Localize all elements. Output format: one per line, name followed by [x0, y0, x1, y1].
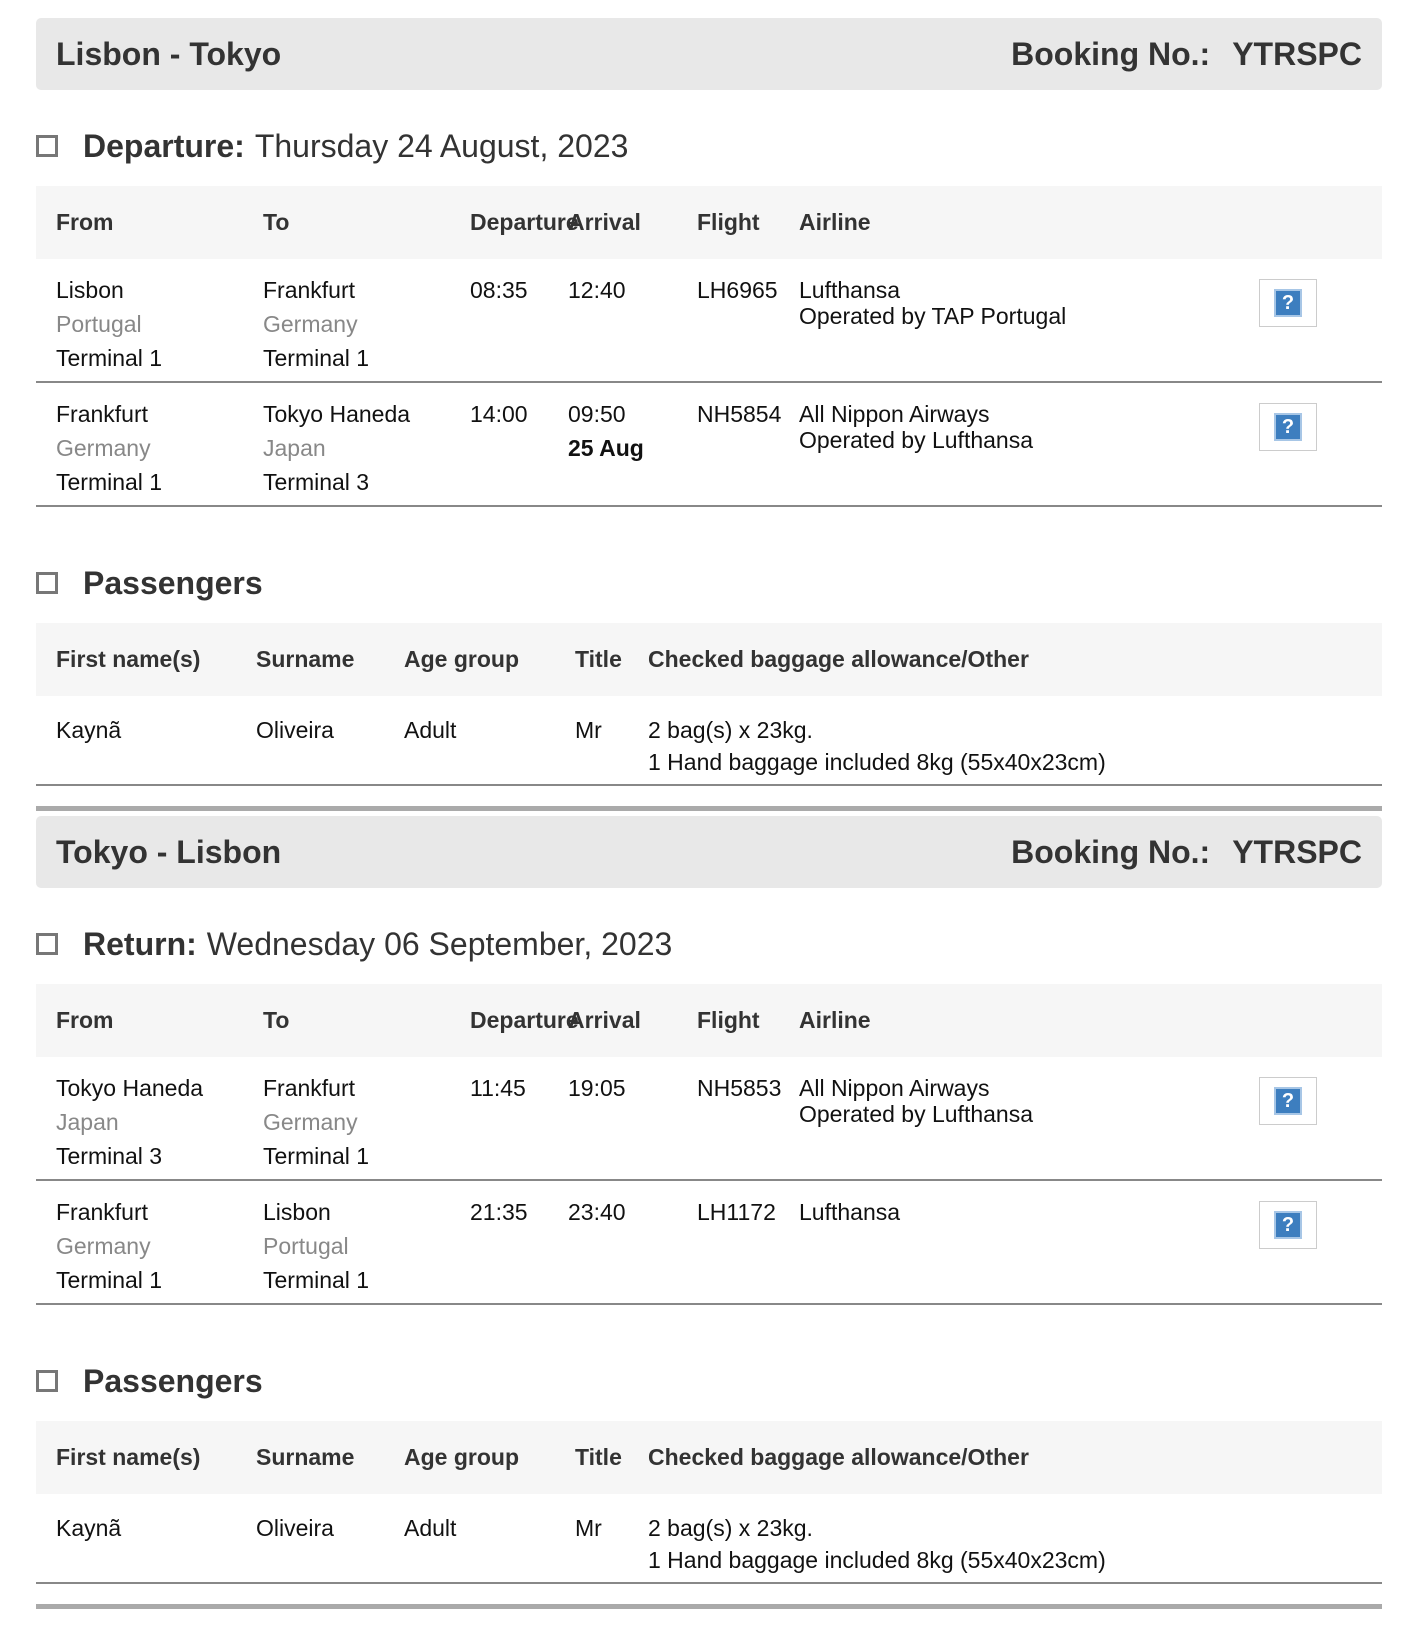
passengers-table-outbound: First name(s) Surname Age group Title Ch… — [36, 623, 1382, 786]
help-icon: ? — [1274, 289, 1302, 317]
trip-header-outbound: Lisbon - Tokyo Booking No.: YTRSPC — [36, 18, 1382, 90]
col-age-group: Age group — [404, 1444, 519, 1470]
col-arrival: Arrival — [568, 209, 641, 235]
section-checkbox[interactable] — [36, 572, 58, 594]
col-title: Title — [575, 1444, 622, 1470]
col-first-name: First name(s) — [56, 646, 201, 672]
divider — [36, 1604, 1382, 1609]
passengers-table-return: First name(s) Surname Age group Title Ch… — [36, 1421, 1382, 1584]
help-icon: ? — [1274, 1211, 1302, 1239]
route-title: Lisbon - Tokyo — [56, 35, 282, 72]
col-title: Title — [575, 646, 622, 672]
col-surname: Surname — [256, 1444, 355, 1470]
col-surname: Surname — [256, 646, 355, 672]
col-from: From — [56, 209, 114, 235]
col-airline: Airline — [799, 1007, 871, 1033]
section-checkbox[interactable] — [36, 135, 58, 157]
passenger-row: Kaynã Oliveira Adult Mr 2 bag(s) x 23kg.… — [36, 696, 1382, 785]
flight-info-button[interactable]: ? — [1259, 403, 1317, 451]
help-icon: ? — [1274, 413, 1302, 441]
col-flight: Flight — [697, 1007, 760, 1033]
col-first-name: First name(s) — [56, 1444, 201, 1470]
col-baggage: Checked baggage allowance/Other — [648, 1444, 1029, 1470]
flight-info-button[interactable]: ? — [1259, 1201, 1317, 1249]
route-title: Tokyo - Lisbon — [56, 833, 282, 870]
section-checkbox[interactable] — [36, 933, 58, 955]
section-passengers: Passengers — [36, 553, 1382, 613]
flights-table-return: From To Departure Arrival Flight Airline… — [36, 984, 1382, 1305]
flight-info-button[interactable]: ? — [1259, 279, 1317, 327]
divider — [36, 806, 1382, 811]
section-checkbox[interactable] — [36, 1370, 58, 1392]
section-departure: Departure: Thursday 24 August, 2023 — [36, 116, 1382, 176]
col-from: From — [56, 1007, 114, 1033]
col-to: To — [263, 1007, 290, 1033]
booking-number: Booking No.: YTRSPC — [1011, 35, 1362, 72]
section-return: Return: Wednesday 06 September, 2023 — [36, 914, 1382, 974]
col-baggage: Checked baggage allowance/Other — [648, 646, 1029, 672]
col-airline: Airline — [799, 209, 871, 235]
booking-number: Booking No.: YTRSPC — [1011, 833, 1362, 870]
col-departure: Departure — [470, 209, 579, 235]
flights-table-outbound: From To Departure Arrival Flight Airline… — [36, 186, 1382, 507]
flight-row: Frankfurt Germany Terminal 1 Lisbon Portuga… — [36, 1180, 1382, 1304]
col-arrival: Arrival — [568, 1007, 641, 1033]
flight-row: Tokyo Haneda Japan Terminal 3 Frankfurt Ger… — [36, 1057, 1382, 1180]
col-to: To — [263, 209, 290, 235]
section-passengers: Passengers — [36, 1351, 1382, 1411]
passenger-row: Kaynã Oliveira Adult Mr 2 bag(s) x 23kg.… — [36, 1494, 1382, 1583]
trip-header-return: Tokyo - Lisbon Booking No.: YTRSPC — [36, 816, 1382, 888]
flight-row: Lisbon Portugal Terminal 1 Frankfurt German… — [36, 259, 1382, 382]
flight-info-button[interactable]: ? — [1259, 1077, 1317, 1125]
col-departure: Departure — [470, 1007, 579, 1033]
help-icon: ? — [1274, 1087, 1302, 1115]
col-flight: Flight — [697, 209, 760, 235]
flight-row: Frankfurt Germany Terminal 1 Tokyo Haneda J… — [36, 382, 1382, 506]
col-age-group: Age group — [404, 646, 519, 672]
